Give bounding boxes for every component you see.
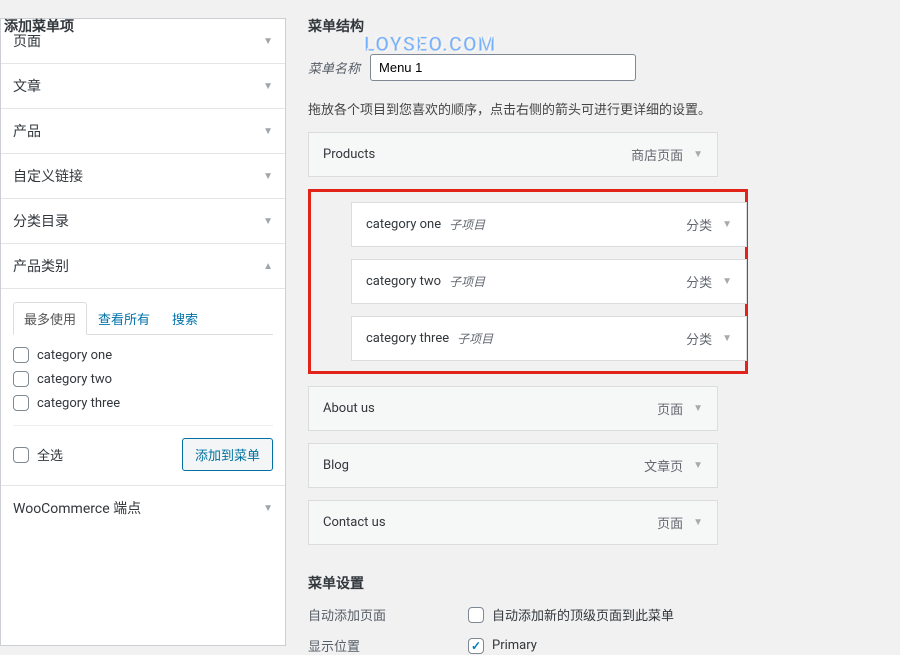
menu-subitem[interactable]: category two 子项目 分类 ▼: [351, 259, 747, 304]
acc-label: 产品: [13, 121, 41, 141]
menu-item-label: category two: [366, 274, 441, 289]
menu-item-about[interactable]: About us 页面 ▼: [308, 386, 718, 431]
menu-item-type: 文章页: [644, 456, 683, 475]
category-row[interactable]: category two: [13, 371, 273, 387]
chevron-down-icon[interactable]: ▼: [722, 219, 732, 230]
auto-add-text: 自动添加新的顶级页面到此菜单: [492, 605, 674, 624]
menu-name-label: 菜单名称: [308, 58, 360, 77]
acc-products[interactable]: 产品 ▼: [1, 109, 285, 153]
subitem-tag: 子项目: [449, 216, 485, 233]
add-menu-items-panel: 页面 ▼ 文章 ▼ 产品 ▼ 自定义链接 ▼ 分类目录 ▼: [0, 18, 286, 646]
drag-hint-text: 拖放各个项目到您喜欢的顺序，点击右侧的箭头可进行更详细的设置。: [308, 99, 900, 118]
menu-item-label: category one: [366, 217, 441, 232]
checkbox[interactable]: [13, 371, 29, 387]
menu-structure-panel: LOYSEO.COM 菜单名称 拖放各个项目到您喜欢的顺序，点击右侧的箭头可进行…: [286, 18, 900, 646]
chevron-down-icon: ▼: [263, 36, 273, 47]
menu-item-products[interactable]: Products 商店页面 ▼: [308, 132, 718, 177]
display-location-value: Primary: [492, 638, 537, 653]
menu-item-label: Contact us: [323, 515, 386, 530]
display-location-label: 显示位置: [308, 636, 468, 655]
category-label: category one: [37, 348, 112, 363]
tab-search[interactable]: 搜索: [161, 302, 209, 335]
category-label: category three: [37, 396, 120, 411]
subitem-tag: 子项目: [449, 273, 485, 290]
menu-item-type: 分类: [686, 272, 712, 291]
chevron-down-icon[interactable]: ▼: [693, 149, 703, 160]
menu-item-label: Blog: [323, 458, 349, 473]
left-heading: 添加菜单项: [4, 16, 74, 36]
tab-most-used[interactable]: 最多使用: [13, 302, 87, 335]
acc-label: 分类目录: [13, 211, 69, 231]
category-list: category one category two category three: [13, 347, 273, 425]
acc-label: 产品类别: [13, 256, 69, 276]
acc-label: WooCommerce 端点: [13, 498, 141, 518]
acc-body: 最多使用 查看所有 搜索 category one category two: [1, 288, 285, 485]
acc-categories[interactable]: 分类目录 ▼: [1, 199, 285, 243]
chevron-down-icon: ▼: [263, 171, 273, 182]
select-all-row[interactable]: 全选: [13, 445, 63, 464]
menu-item-label: About us: [323, 401, 375, 416]
menu-subitem[interactable]: category one 子项目 分类 ▼: [351, 202, 747, 247]
subitem-tag: 子项目: [457, 330, 493, 347]
category-tabs: 最多使用 查看所有 搜索: [13, 301, 273, 335]
chevron-down-icon: ▼: [263, 216, 273, 227]
acc-label: 自定义链接: [13, 166, 83, 186]
checkbox[interactable]: [13, 347, 29, 363]
watermark: LOYSEO.COM: [364, 32, 496, 56]
menu-name-input[interactable]: [370, 54, 636, 81]
category-row[interactable]: category three: [13, 395, 273, 411]
menu-item-type: 分类: [686, 329, 712, 348]
checkbox-primary-location[interactable]: [468, 638, 484, 654]
checkbox[interactable]: [13, 447, 29, 463]
chevron-down-icon: ▼: [263, 126, 273, 137]
add-to-menu-button[interactable]: 添加到菜单: [182, 438, 273, 471]
menu-item-type: 页面: [657, 513, 683, 532]
acc-label: 文章: [13, 76, 41, 96]
menu-item-blog[interactable]: Blog 文章页 ▼: [308, 443, 718, 488]
tab-view-all[interactable]: 查看所有: [87, 302, 161, 335]
chevron-down-icon: ▼: [263, 81, 273, 92]
chevron-down-icon[interactable]: ▼: [722, 276, 732, 287]
acc-custom-links[interactable]: 自定义链接 ▼: [1, 154, 285, 198]
menu-settings-title: 菜单设置: [308, 573, 900, 593]
chevron-down-icon[interactable]: ▼: [722, 333, 732, 344]
chevron-down-icon: ▼: [263, 503, 273, 514]
chevron-up-icon: ▲: [263, 261, 273, 272]
checkbox[interactable]: [13, 395, 29, 411]
auto-add-label: 自动添加页面: [308, 605, 468, 624]
highlighted-submenu-box: category one 子项目 分类 ▼ category two 子项目 分…: [308, 189, 748, 374]
chevron-down-icon[interactable]: ▼: [693, 403, 703, 414]
menu-item-type: 页面: [657, 399, 683, 418]
category-label: category two: [37, 372, 112, 387]
menu-item-label: category three: [366, 331, 449, 346]
category-row[interactable]: category one: [13, 347, 273, 363]
menu-subitem[interactable]: category three 子项目 分类 ▼: [351, 316, 747, 361]
acc-posts[interactable]: 文章 ▼: [1, 64, 285, 108]
menu-item-label: Products: [323, 147, 375, 162]
menu-item-type: 分类: [686, 215, 712, 234]
acc-product-categories[interactable]: 产品类别 ▲: [1, 244, 285, 288]
chevron-down-icon[interactable]: ▼: [693, 460, 703, 471]
menu-item-type: 商店页面: [631, 145, 683, 164]
menu-item-contact[interactable]: Contact us 页面 ▼: [308, 500, 718, 545]
checkbox-auto-add[interactable]: [468, 607, 484, 623]
acc-woocommerce-endpoints[interactable]: WooCommerce 端点 ▼: [1, 486, 285, 530]
select-all-label: 全选: [37, 445, 63, 464]
chevron-down-icon[interactable]: ▼: [693, 517, 703, 528]
